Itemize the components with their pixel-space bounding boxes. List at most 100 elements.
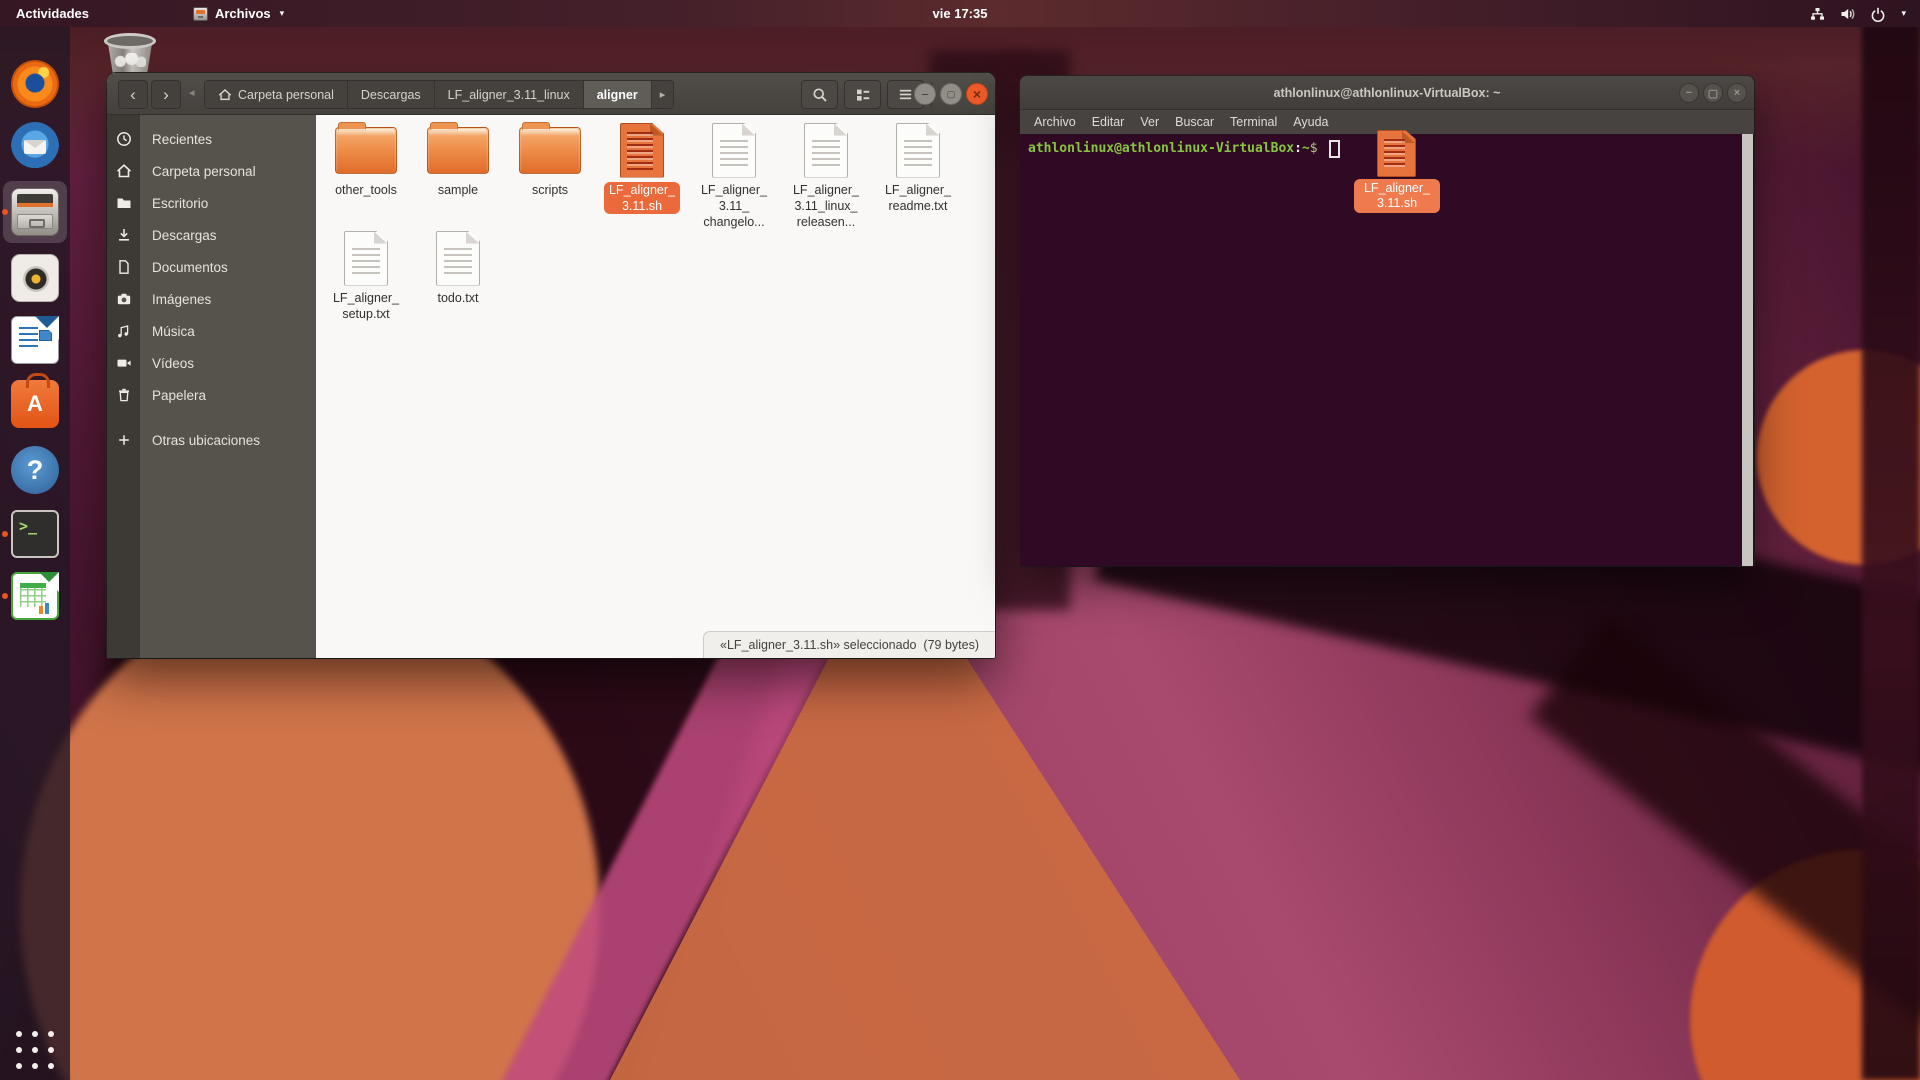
sidebar-item-imagenes[interactable]: Imágenes — [107, 283, 316, 315]
path-scroll-left-icon[interactable]: ◂ — [189, 86, 195, 99]
terminal-prompt: athlonlinux@athlonlinux-VirtualBox:~$ — [1028, 139, 1318, 158]
sidebar-label: Papelera — [140, 388, 206, 403]
breadcrumb-home[interactable]: Carpeta personal — [205, 81, 348, 108]
breadcrumb-label: aligner — [597, 88, 638, 102]
activities-button[interactable]: Actividades — [0, 0, 105, 27]
show-applications-button[interactable] — [15, 1030, 55, 1070]
sidebar-item-otras-ubicaciones[interactable]: Otras ubicaciones — [107, 424, 316, 456]
menu-terminal[interactable]: Terminal — [1222, 115, 1285, 129]
document-icon — [116, 259, 132, 275]
app-menu-button[interactable]: Archivos ▾ — [183, 0, 294, 27]
prompt-separator: : — [1294, 141, 1302, 156]
dock-thunderbird[interactable] — [11, 122, 59, 170]
sidebar-label: Carpeta personal — [140, 164, 256, 179]
view-toggle-button[interactable] — [844, 80, 881, 109]
file-item-other-tools[interactable]: other_tools — [320, 121, 412, 230]
dock-libreoffice-calc[interactable] — [11, 572, 59, 620]
search-icon — [812, 87, 828, 103]
sidebar-item-carpeta-personal[interactable]: Carpeta personal — [107, 155, 316, 187]
drag-ghost-label: LF_aligner_ 3.11.sh — [1354, 179, 1440, 213]
sidebar-label: Música — [140, 324, 195, 339]
path-scroll-right-icon[interactable]: ▸ — [652, 81, 674, 108]
file-item-todo[interactable]: todo.txt — [412, 229, 504, 322]
sidebar-label: Documentos — [140, 260, 228, 275]
power-icon — [1870, 6, 1886, 22]
minimize-button[interactable]: − — [914, 83, 936, 105]
clock-icon — [116, 131, 132, 147]
folder-icon — [519, 127, 581, 174]
breadcrumb-aligner[interactable]: aligner — [584, 81, 652, 108]
files-window: ‹ › ◂ Carpeta personal Descargas LF_alig… — [107, 73, 995, 658]
sidebar-item-documentos[interactable]: Documentos — [107, 251, 316, 283]
sidebar-item-papelera[interactable]: Papelera — [107, 379, 316, 411]
sidebar-item-recientes[interactable]: Recientes — [107, 123, 316, 155]
sidebar-item-descargas[interactable]: Descargas — [107, 219, 316, 251]
dock-files[interactable] — [11, 188, 59, 236]
text-file-icon — [436, 231, 480, 286]
menu-archivo[interactable]: Archivo — [1026, 115, 1084, 129]
text-file-icon — [896, 123, 940, 178]
help-icon — [11, 446, 59, 494]
terminal-titlebar[interactable]: athlonlinux@athlonlinux-VirtualBox: ~ − … — [1020, 76, 1754, 110]
file-item-releasenotes[interactable]: LF_aligner_3.11_linux_releasen... — [780, 121, 872, 230]
prompt-path: ~ — [1302, 141, 1310, 156]
dock-firefox[interactable] — [11, 60, 59, 108]
status-bar: «LF_aligner_3.11.sh» seleccionado (79 by… — [703, 631, 995, 658]
camera-icon — [116, 291, 132, 307]
maximize-button[interactable]: ▢ — [1703, 83, 1723, 103]
files-content-area[interactable]: other_tools sample scripts LF_aligner_3.… — [316, 115, 995, 658]
file-item-sample[interactable]: sample — [412, 121, 504, 230]
breadcrumb-descargas[interactable]: Descargas — [348, 81, 435, 108]
dock-ubuntu-software[interactable] — [11, 380, 59, 428]
home-icon — [218, 88, 232, 102]
back-button[interactable]: ‹ — [118, 80, 148, 109]
dock — [0, 27, 70, 1080]
music-icon — [116, 323, 132, 339]
trash-rim — [104, 33, 156, 49]
terminal-title: athlonlinux@athlonlinux-VirtualBox: ~ — [1274, 86, 1501, 100]
sidebar-item-escritorio[interactable]: Escritorio — [107, 187, 316, 219]
menu-buscar[interactable]: Buscar — [1167, 115, 1222, 129]
sidebar-item-musica[interactable]: Música — [107, 315, 316, 347]
prompt-user-host: athlonlinux@athlonlinux-VirtualBox — [1028, 141, 1294, 156]
files-headerbar[interactable]: ‹ › ◂ Carpeta personal Descargas LF_alig… — [107, 73, 995, 115]
folder-icon — [427, 127, 489, 174]
menu-ver[interactable]: Ver — [1132, 115, 1167, 129]
app-menu-label: Archivos — [215, 6, 271, 21]
libreoffice-calc-icon — [11, 572, 59, 620]
dock-libreoffice-writer[interactable] — [11, 316, 59, 364]
file-item-lf-aligner-sh[interactable]: LF_aligner_3.11.sh — [596, 121, 688, 230]
network-icon — [1809, 6, 1826, 22]
caret-down-icon: ▾ — [280, 8, 285, 19]
system-tray[interactable]: ▾ — [1795, 0, 1920, 27]
file-item-scripts[interactable]: scripts — [504, 121, 596, 230]
dock-help[interactable] — [11, 446, 59, 494]
menu-ayuda[interactable]: Ayuda — [1285, 115, 1336, 129]
maximize-button[interactable]: ▢ — [940, 83, 962, 105]
forward-button[interactable]: › — [151, 80, 181, 109]
text-file-icon — [344, 231, 388, 286]
caret-down-icon: ▾ — [1901, 8, 1906, 19]
drag-ghost-script-icon — [1377, 130, 1416, 177]
wallpaper-shape — [1862, 0, 1920, 1080]
file-item-changelog[interactable]: LF_aligner_3.11_changelo... — [688, 121, 780, 230]
files-icon — [11, 188, 59, 236]
search-button[interactable] — [801, 80, 838, 109]
minimize-button[interactable]: − — [1679, 83, 1699, 103]
close-button[interactable]: × — [966, 83, 988, 105]
files-app-icon — [193, 7, 208, 21]
dock-terminal[interactable] — [11, 510, 59, 558]
file-item-readme[interactable]: LF_aligner_readme.txt — [872, 121, 964, 230]
menu-editar[interactable]: Editar — [1084, 115, 1133, 129]
download-icon — [116, 227, 132, 243]
folder-icon — [116, 195, 132, 211]
script-file-icon — [620, 123, 664, 178]
terminal-scrollbar[interactable] — [1742, 134, 1753, 566]
sidebar-item-videos[interactable]: Vídeos — [107, 347, 316, 379]
volume-icon — [1839, 6, 1857, 22]
breadcrumb-lf-aligner-linux[interactable]: LF_aligner_3.11_linux — [435, 81, 584, 108]
dock-rhythmbox[interactable] — [11, 254, 59, 302]
file-item-setup[interactable]: LF_aligner_setup.txt — [320, 229, 412, 322]
sidebar-label: Descargas — [140, 228, 217, 243]
close-button[interactable]: × — [1727, 83, 1747, 103]
